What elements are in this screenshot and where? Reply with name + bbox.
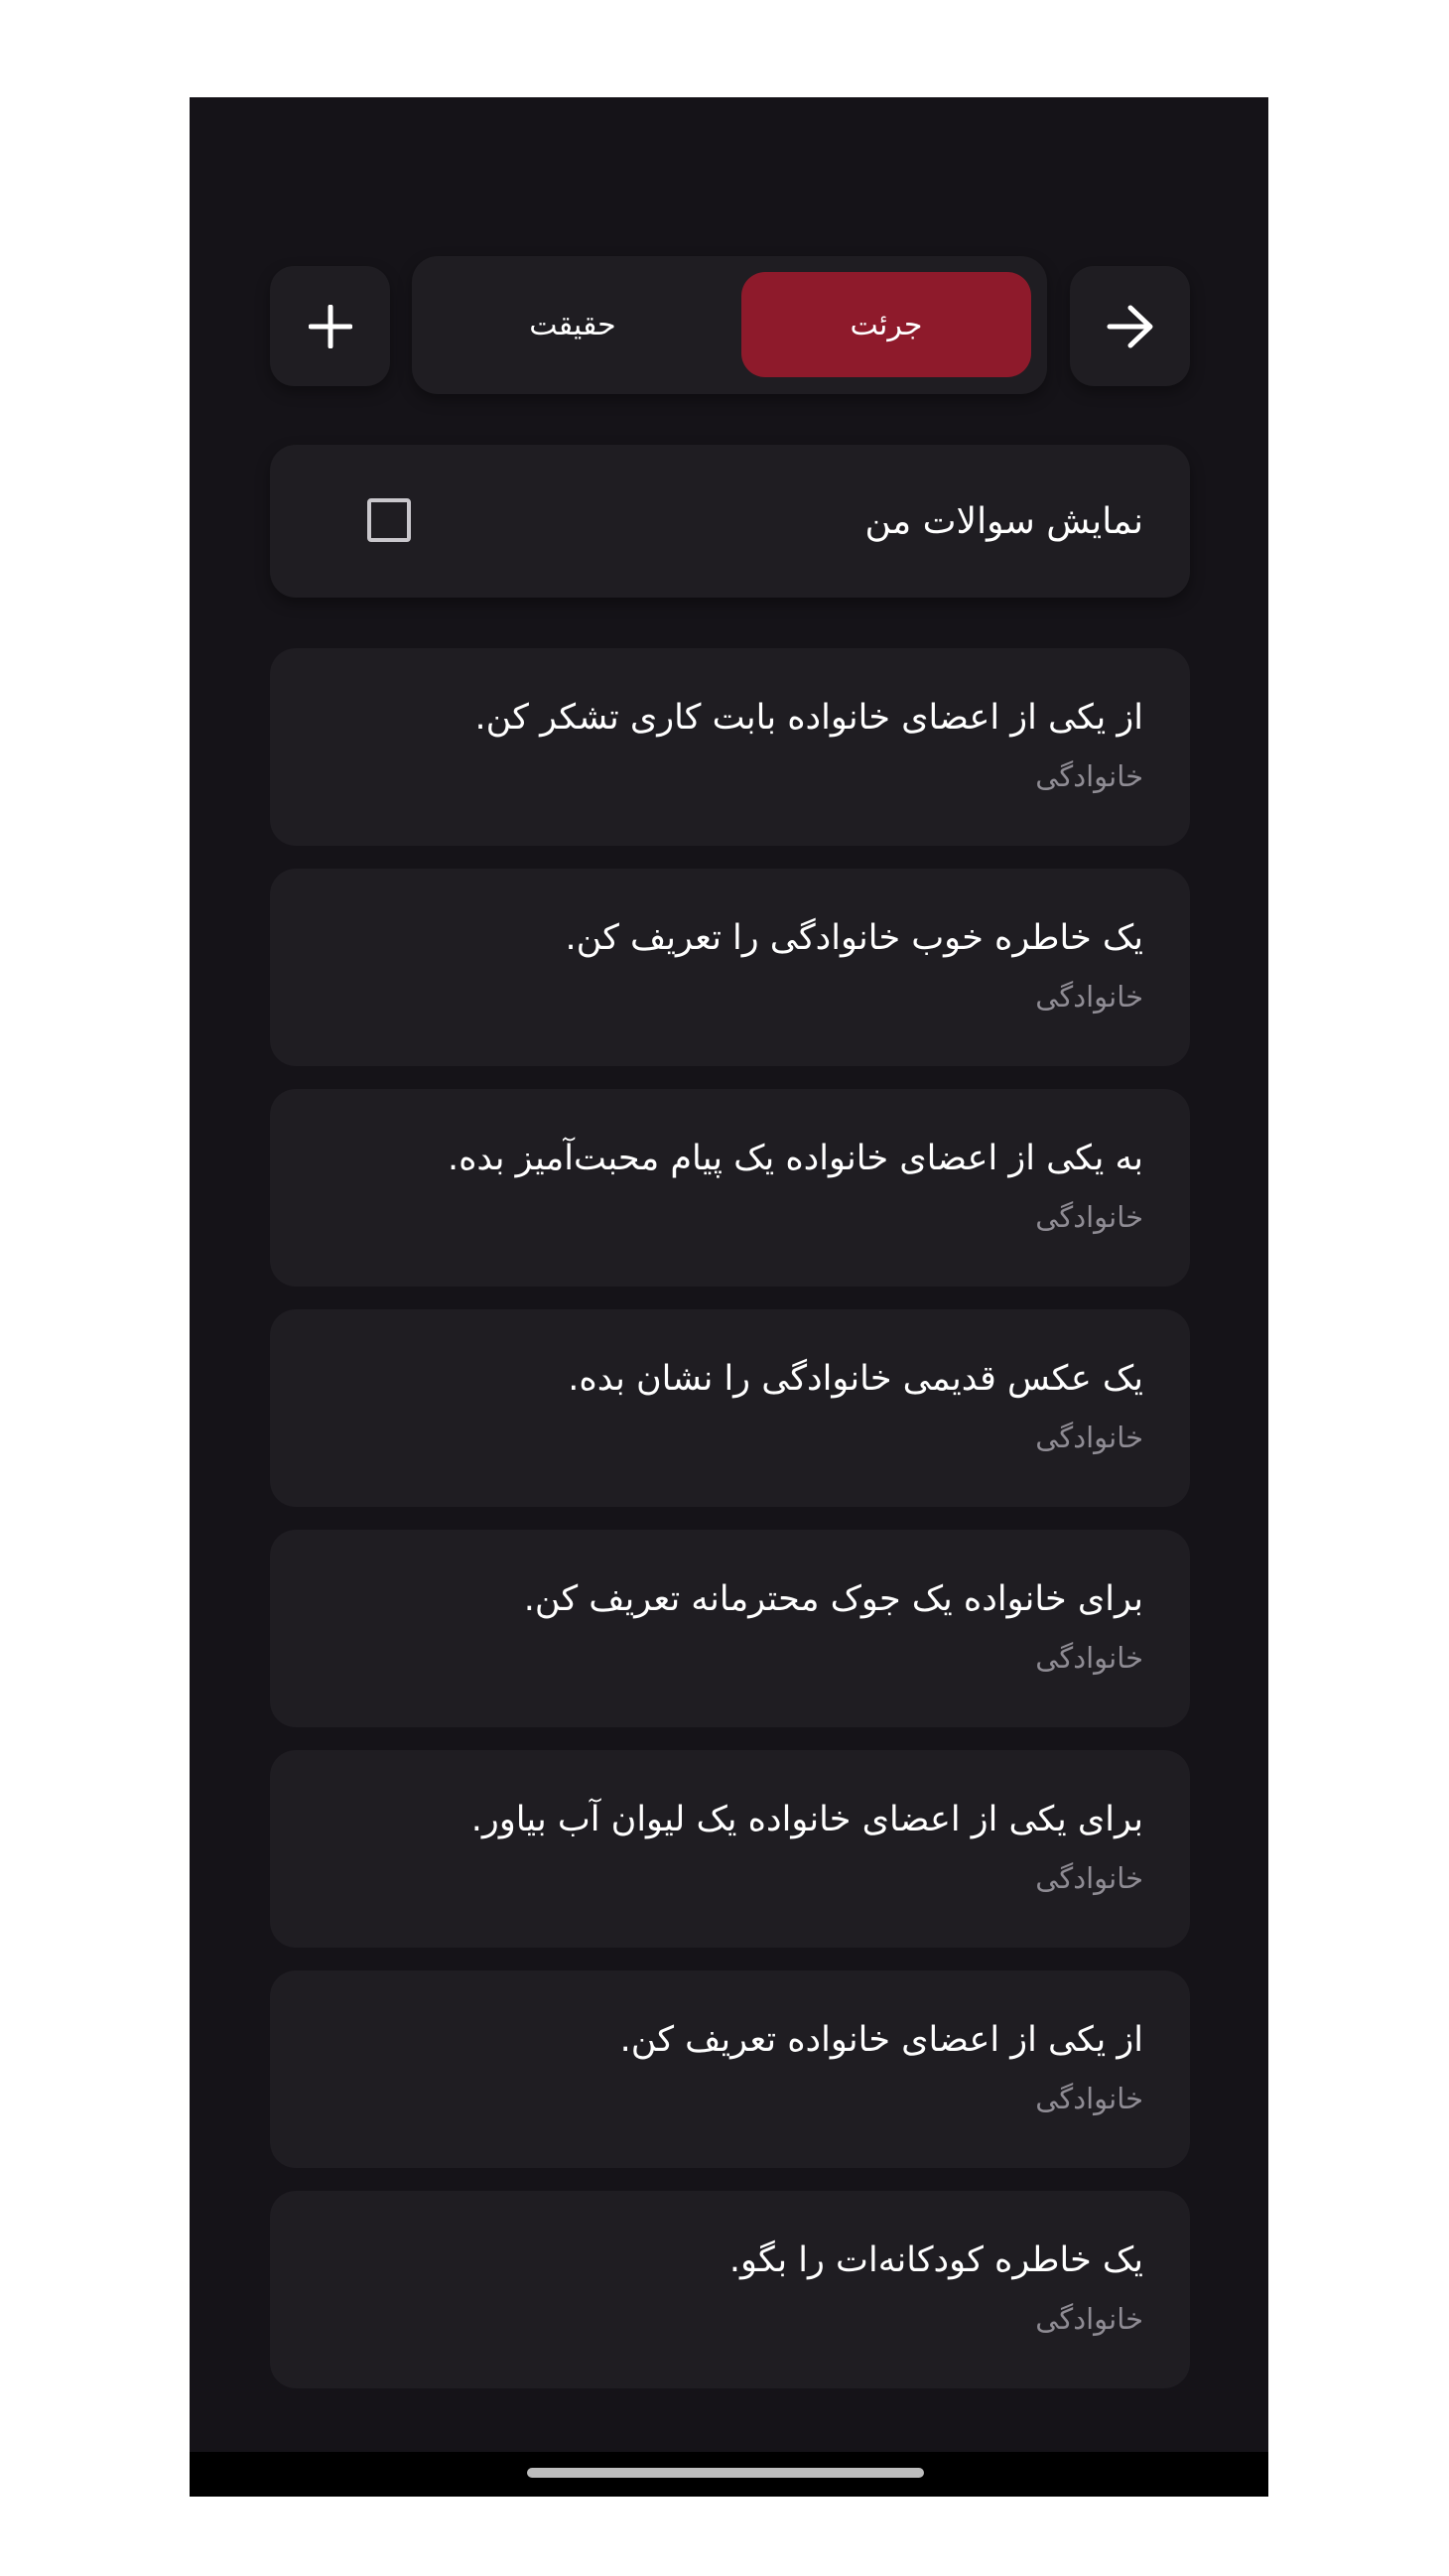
question-category: خانوادگی	[1035, 1200, 1143, 1234]
tab-dare[interactable]: جرئت	[741, 272, 1031, 377]
my-questions-filter: نمایش سوالات من	[270, 445, 1190, 598]
question-text: یک خاطره کودکانه‌ات را بگو.	[728, 2240, 1143, 2280]
question-category: خانوادگی	[1035, 1641, 1143, 1675]
home-indicator[interactable]	[527, 2468, 924, 2478]
question-category: خانوادگی	[1035, 980, 1143, 1014]
add-question-button[interactable]	[270, 266, 390, 386]
system-nav-bar	[190, 2452, 1268, 2497]
question-text: از یکی از اعضای خانواده تعریف کن.	[619, 2020, 1143, 2060]
question-text: برای یکی از اعضای خانواده یک لیوان آب بی…	[470, 1800, 1143, 1839]
app-screen: حقیقت جرئت نمایش سوالات من از یکی از اعض…	[190, 97, 1268, 2497]
plus-icon	[308, 304, 352, 348]
question-card[interactable]: از یکی از اعضای خانواده بابت کاری تشکر ک…	[270, 648, 1190, 846]
my-questions-label: نمایش سوالات من	[864, 500, 1143, 542]
question-text: برای خانواده یک جوک محترمانه تعریف کن.	[523, 1579, 1143, 1619]
question-category: خانوادگی	[1035, 1861, 1143, 1895]
truth-dare-toggle: حقیقت جرئت	[412, 256, 1047, 394]
question-card[interactable]: یک خاطره خوب خانوادگی را تعریف کن. خانوا…	[270, 869, 1190, 1066]
question-text: از یکی از اعضای خانواده بابت کاری تشکر ک…	[474, 698, 1143, 738]
question-card[interactable]: به یکی از اعضای خانواده یک پیام محبت‌آمی…	[270, 1089, 1190, 1287]
question-text: یک عکس قدیمی خانوادگی را نشان بده.	[568, 1359, 1143, 1399]
question-list: از یکی از اعضای خانواده بابت کاری تشکر ک…	[270, 648, 1190, 2411]
question-category: خانوادگی	[1035, 2302, 1143, 2336]
question-text: یک خاطره خوب خانوادگی را تعریف کن.	[565, 918, 1143, 958]
question-card[interactable]: برای یکی از اعضای خانواده یک لیوان آب بی…	[270, 1750, 1190, 1948]
question-card[interactable]: برای خانواده یک جوک محترمانه تعریف کن. خ…	[270, 1530, 1190, 1727]
tab-truth[interactable]: حقیقت	[428, 272, 718, 377]
question-card[interactable]: از یکی از اعضای خانواده تعریف کن. خانواد…	[270, 1970, 1190, 2168]
question-category: خانوادگی	[1035, 2082, 1143, 2115]
question-category: خانوادگی	[1035, 759, 1143, 793]
question-text: به یکی از اعضای خانواده یک پیام محبت‌آمی…	[447, 1139, 1143, 1178]
question-card[interactable]: یک عکس قدیمی خانوادگی را نشان بده. خانوا…	[270, 1309, 1190, 1507]
next-button[interactable]	[1070, 266, 1190, 386]
my-questions-checkbox[interactable]	[367, 498, 411, 542]
top-toolbar: حقیقت جرئت	[270, 256, 1190, 395]
question-category: خانوادگی	[1035, 1421, 1143, 1454]
arrow-right-icon	[1107, 305, 1152, 347]
question-card[interactable]: یک خاطره کودکانه‌ات را بگو. خانوادگی	[270, 2191, 1190, 2388]
